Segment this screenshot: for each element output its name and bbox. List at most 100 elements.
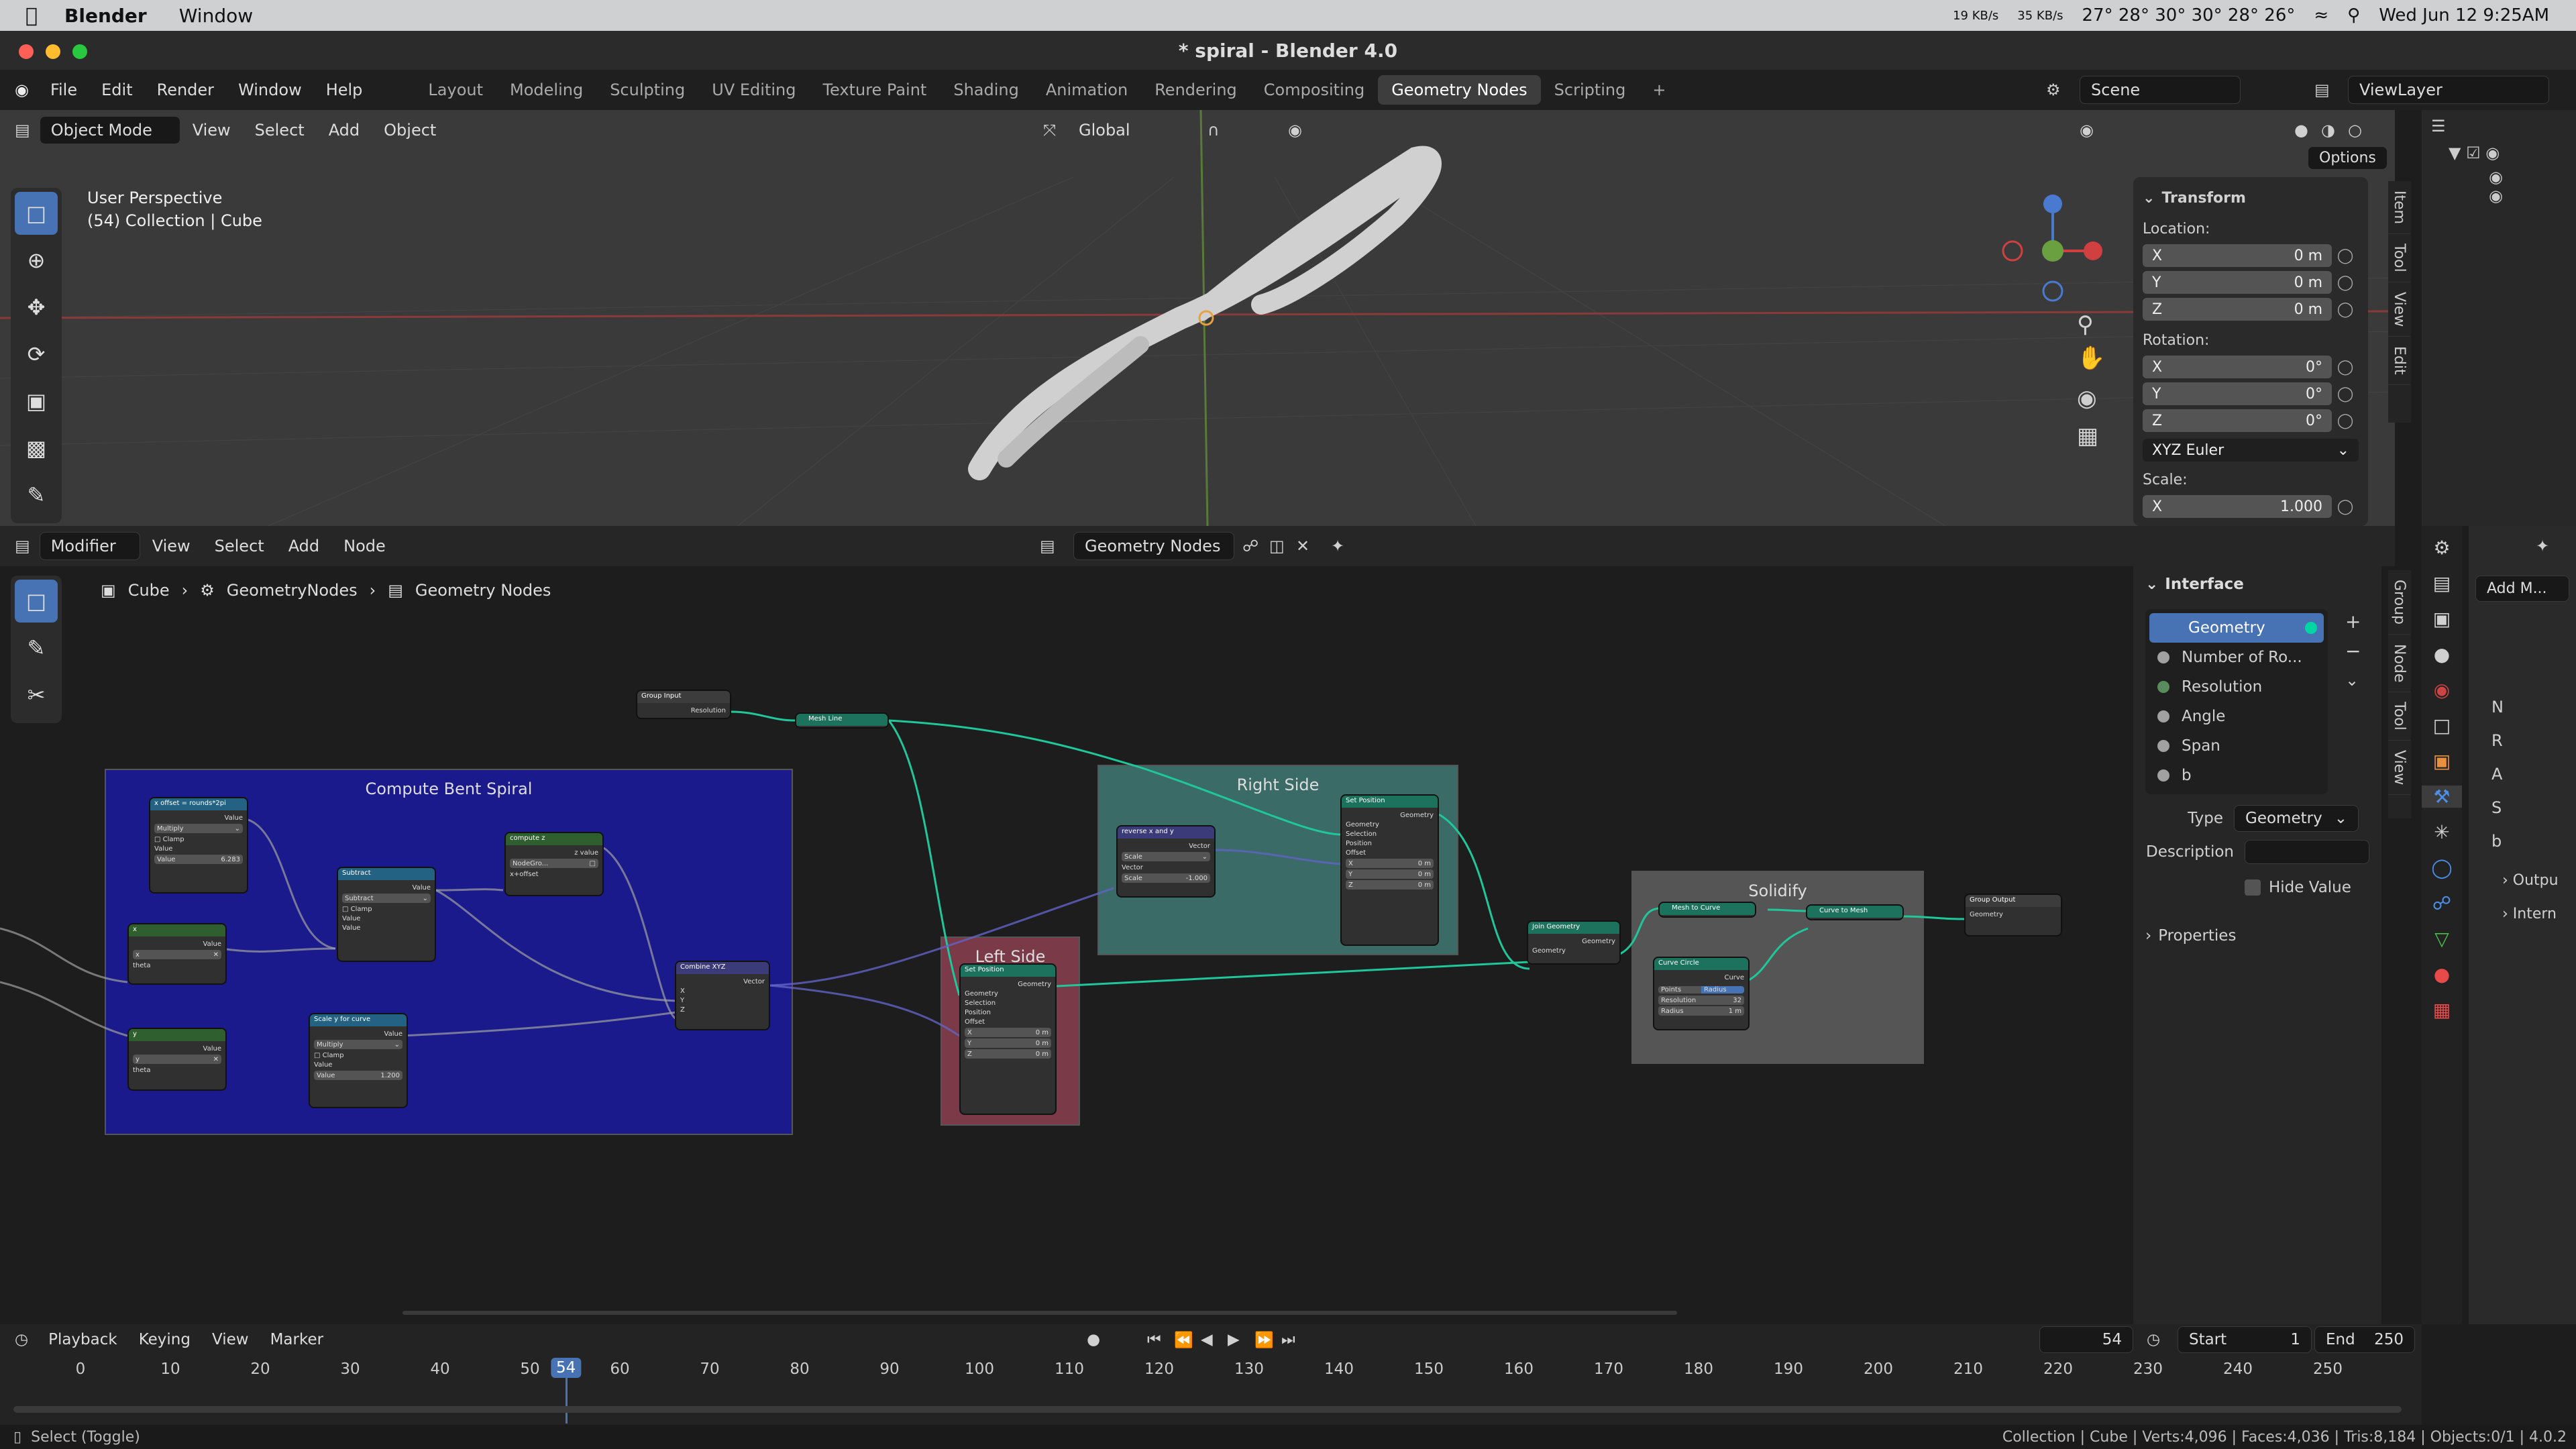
constraints-properties-icon[interactable]: ☍	[2422, 892, 2462, 914]
transform-header[interactable]: ⌄ Transform	[2143, 185, 2359, 211]
math-operation-dropdown[interactable]: Multiply ⌄	[154, 824, 243, 833]
node-combine-xyz[interactable]: Combine XYZ Vector X Y Z	[675, 961, 770, 1030]
output-attributes-header[interactable]: › Outpu	[2502, 872, 2559, 889]
npanel-tab-edit[interactable]: Edit	[2388, 337, 2410, 385]
npanel-tab-view[interactable]: View	[2388, 282, 2410, 337]
location-x-field[interactable]: X0 m	[2143, 244, 2332, 267]
playhead-frame-label[interactable]: 54	[550, 1358, 582, 1378]
sidebar-tab-node[interactable]: Node	[2388, 635, 2410, 693]
timeline-menu-view[interactable]: View	[201, 1331, 260, 1348]
menu-file[interactable]: File	[38, 80, 89, 99]
add-workspace-icon[interactable]: +	[1639, 75, 1679, 105]
node-menu-node[interactable]: Node	[331, 537, 398, 555]
tab-rendering[interactable]: Rendering	[1141, 75, 1250, 105]
sidebar-tab-view[interactable]: View	[2388, 741, 2410, 796]
viewport-menu-add[interactable]: Add	[317, 121, 372, 140]
zoom-icon[interactable]: ⚲	[2077, 311, 2094, 338]
viewlayer-icon[interactable]: ▤	[2314, 80, 2330, 99]
zoom-window-button[interactable]	[72, 44, 87, 59]
rotate-tool-icon[interactable]: ⟳	[15, 333, 58, 376]
lock-icon[interactable]: ◯	[2332, 274, 2359, 291]
node-set-position-left[interactable]: Set Position Geometry Geometry Selection…	[959, 963, 1057, 1115]
record-icon[interactable]: ●	[1087, 1331, 1100, 1348]
tab-texture-paint[interactable]: Texture Paint	[809, 75, 940, 105]
lock-icon[interactable]: ◯	[2332, 498, 2359, 515]
value-field[interactable]: Value 6.283	[154, 855, 243, 864]
scene-icon[interactable]: ⚙	[2046, 80, 2061, 99]
vector-operation-dropdown[interactable]: Scale ⌄	[1122, 852, 1210, 861]
node-group-selector[interactable]: x ✕	[133, 950, 221, 959]
node-editor-type-icon[interactable]: ▤	[0, 537, 40, 555]
search-icon[interactable]: ⚲	[2347, 5, 2360, 25]
menu-edit[interactable]: Edit	[89, 80, 144, 99]
node-reverse-x-and-y[interactable]: reverse x and y Vector Scale ⌄ Vector Sca…	[1116, 825, 1216, 898]
remove-socket-icon[interactable]: −	[2345, 640, 2361, 662]
texture-properties-icon[interactable]: ▦	[2422, 999, 2462, 1021]
timeline-editor-icon[interactable]: ◷	[0, 1331, 38, 1348]
node-menu-add[interactable]: Add	[276, 537, 331, 555]
next-keyframe-icon[interactable]: ⏩	[1254, 1331, 1274, 1349]
outliner-row[interactable]: ◉ ◉	[2422, 165, 2576, 205]
tab-compositing[interactable]: Compositing	[1250, 75, 1378, 105]
node-group-output[interactable]: Group Output Geometry	[1964, 894, 2062, 936]
blender-logo-icon[interactable]: ◉	[0, 80, 38, 99]
shading-solid-icon[interactable]: ●	[2294, 121, 2308, 140]
breadcrumb-object[interactable]: Cube	[128, 581, 170, 600]
add-modifier-button[interactable]: Add M...	[2475, 576, 2569, 602]
clamp-checkbox[interactable]: □	[154, 836, 163, 843]
select-tool-icon[interactable]: □	[15, 580, 58, 623]
material-properties-icon[interactable]: ●	[2422, 963, 2462, 985]
interface-item-span[interactable]: Span	[2145, 731, 2328, 761]
output-properties-icon[interactable]: ▣	[2422, 608, 2462, 630]
timeline-menu-keying[interactable]: Keying	[128, 1331, 201, 1348]
node-group-input[interactable]: Group Input Resolution	[636, 690, 731, 719]
breadcrumb-modifier[interactable]: GeometryNodes	[227, 581, 358, 600]
node-tree-selector[interactable]: Geometry Nodes	[1073, 532, 1234, 560]
sidebar-tab-tool[interactable]: Tool	[2388, 692, 2410, 741]
node-x[interactable]: x Value x ✕ theta	[127, 923, 227, 985]
minimize-window-button[interactable]	[46, 44, 60, 59]
offset-y-field[interactable]: Y0 m	[1346, 869, 1434, 879]
node-menu-view[interactable]: View	[140, 537, 203, 555]
timeline-menu-playback[interactable]: Playback	[38, 1331, 128, 1348]
editor-context-selector[interactable]: Modifier	[39, 532, 140, 560]
viewlayer-selector[interactable]: ViewLayer	[2348, 76, 2549, 104]
shading-material-icon[interactable]: ◑	[2321, 121, 2335, 140]
viewport-menu-object[interactable]: Object	[372, 121, 448, 140]
mode-radius-button[interactable]: Radius	[1701, 985, 1744, 994]
start-frame-field[interactable]: Start 1	[2178, 1326, 2312, 1353]
npanel-tab-item[interactable]: Item	[2388, 181, 2410, 235]
cursor-tool-icon[interactable]: ⊕	[15, 239, 58, 282]
node-set-position-right[interactable]: Set Position Geometry Geometry Selection…	[1340, 794, 1439, 946]
lock-icon[interactable]: ◯	[2332, 413, 2359, 429]
breadcrumb-node-tree[interactable]: Geometry Nodes	[415, 581, 551, 600]
prev-keyframe-icon[interactable]: ⏪	[1174, 1331, 1193, 1349]
internal-dependencies-header[interactable]: › Intern	[2502, 906, 2557, 922]
transform-orientation-selector[interactable]: Global	[1067, 121, 1142, 140]
node-curve-to-mesh[interactable]: Curve to Mesh	[1806, 904, 1904, 920]
viewport-menu-view[interactable]: View	[180, 121, 243, 140]
rotation-x-field[interactable]: X 0°	[2143, 356, 2332, 378]
hide-value-checkbox[interactable]	[2245, 879, 2261, 896]
wifi-icon[interactable]: ≈	[2314, 5, 2328, 25]
value-field[interactable]: Value 1.200	[314, 1071, 402, 1080]
physics-properties-icon[interactable]: ◯	[2422, 857, 2462, 879]
timeline-scrollbar[interactable]	[13, 1406, 2402, 1413]
select-box-tool-icon[interactable]: □	[15, 192, 58, 235]
tab-scripting[interactable]: Scripting	[1541, 75, 1640, 105]
menu-help[interactable]: Help	[314, 80, 375, 99]
options-dropdown[interactable]: Options	[2308, 146, 2387, 170]
menu-window[interactable]: Window	[226, 80, 314, 99]
modifier-properties-icon[interactable]: ⚒	[2422, 786, 2462, 808]
node-compute-z[interactable]: compute z z value NodeGro... □ x+offset	[504, 832, 604, 896]
scene-selector[interactable]: Scene	[2080, 76, 2241, 104]
interface-header[interactable]: ⌄ Interface	[2133, 566, 2381, 600]
tab-shading[interactable]: Shading	[940, 75, 1032, 105]
socket-type-dropdown[interactable]: Geometry ⌄	[2234, 805, 2359, 832]
location-z-field[interactable]: Z0 m	[2143, 298, 2332, 321]
horizontal-scrollbar[interactable]	[402, 1311, 1677, 1315]
apple-icon[interactable]: 	[25, 4, 38, 28]
shading-render-icon[interactable]: ○	[2348, 121, 2362, 140]
jump-end-icon[interactable]: ⏭	[1281, 1331, 1295, 1348]
duplicate-icon[interactable]: ◫	[1269, 537, 1285, 555]
